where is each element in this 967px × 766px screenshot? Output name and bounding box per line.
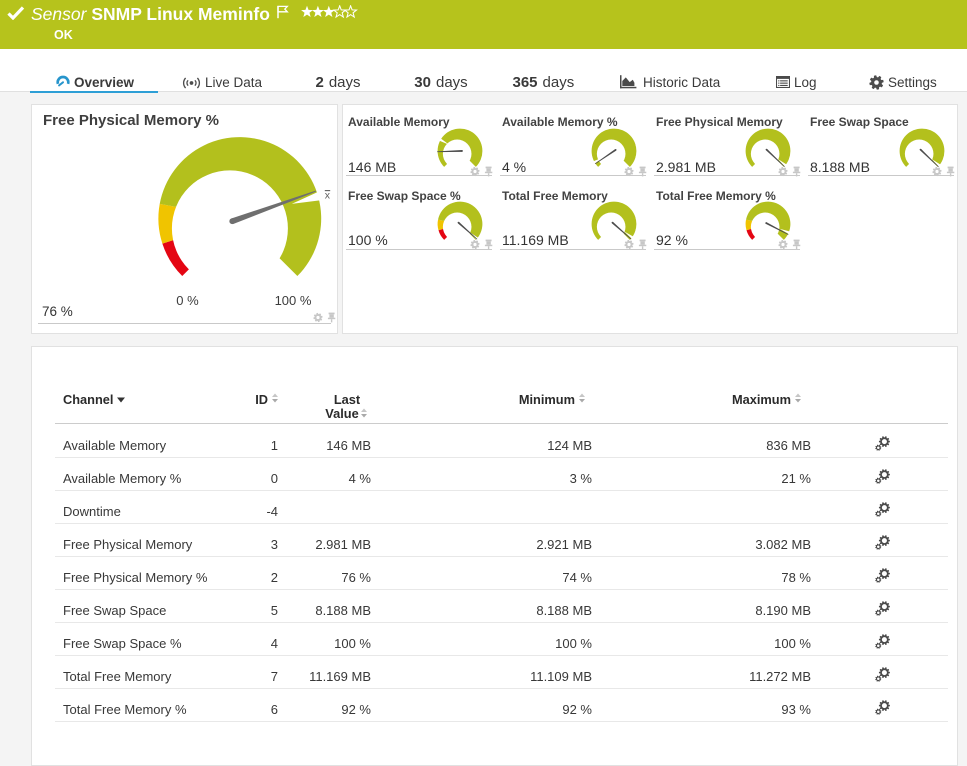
svg-text:0 %: 0 % bbox=[176, 293, 199, 308]
svg-text:100 %: 100 % bbox=[275, 293, 312, 308]
